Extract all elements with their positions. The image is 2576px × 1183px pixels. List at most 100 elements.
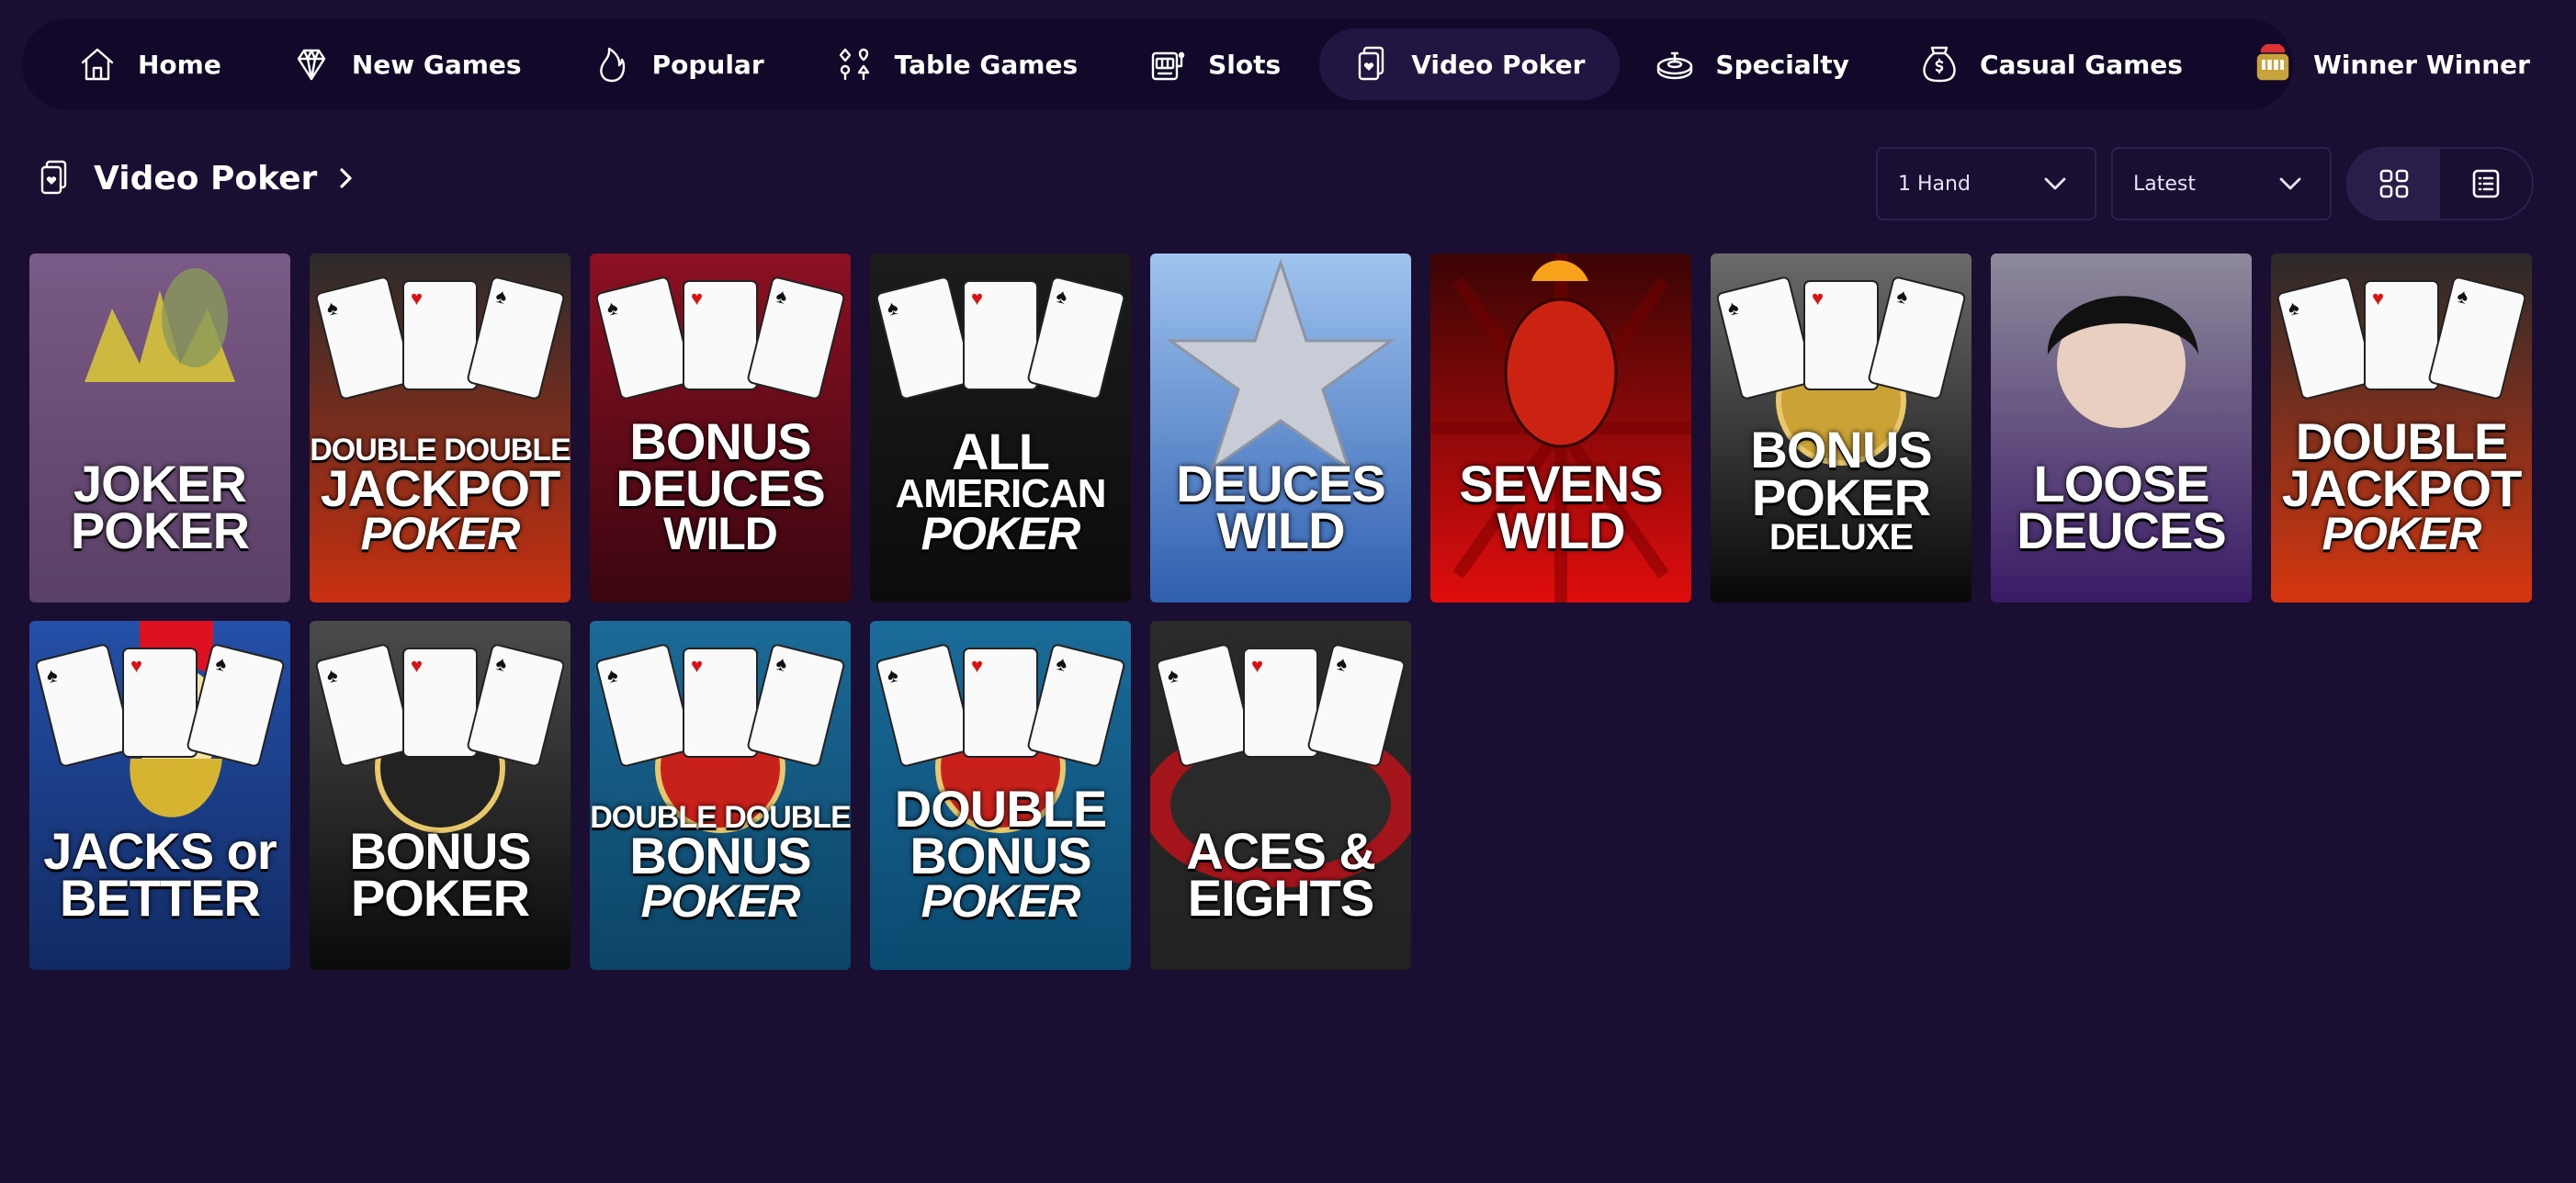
game-title: DOUBLE DOUBLE JACKPOT POKER xyxy=(310,434,571,559)
svg-text:♥: ♥ xyxy=(1251,654,1263,677)
chevron-right-icon[interactable] xyxy=(333,166,357,190)
game-tile[interactable]: ♠ ♥ ♠ DOUBLE BONUS POKER xyxy=(870,621,1131,970)
game-title-line-3: POKER xyxy=(2322,508,2482,559)
game-tile[interactable]: SEVENS WILD xyxy=(1430,254,1691,603)
svg-text:♥: ♥ xyxy=(691,654,703,677)
nav-item-label: Winner Winner xyxy=(2312,49,2530,80)
game-title-line-2: WILD xyxy=(1497,501,1625,560)
game-title: DOUBLE JACKPOT POKER xyxy=(2271,411,2532,559)
game-title-line-2: WILD xyxy=(1216,501,1345,560)
nav-item-casual-games[interactable]: Casual Games xyxy=(1888,28,2218,100)
game-title-line-3: WILD xyxy=(663,508,778,559)
game-title-line-2: POKER xyxy=(350,869,530,928)
game-title: JOKER POKER xyxy=(29,454,290,557)
game-title-line-2: BETTER xyxy=(60,869,261,928)
game-title-line-3: POKER xyxy=(360,508,521,559)
flame-icon xyxy=(592,44,632,84)
nav-item-label: Video Poker xyxy=(1411,49,1586,80)
nav-item-label: Table Games xyxy=(894,49,1079,80)
nav-item-label: Specialty xyxy=(1715,49,1849,80)
game-title-line-2: DEUCES xyxy=(2017,501,2226,560)
game-title-line-3: POKER xyxy=(640,875,801,927)
game-tile[interactable]: ♠ ♥ ♠ JACKS or BETTER xyxy=(29,621,290,970)
game-title-line-2: EIGHTS xyxy=(1187,869,1374,928)
home-icon xyxy=(77,44,118,84)
game-tile[interactable]: ♠ ♥ ♠ ACES & EIGHTS xyxy=(1150,621,1411,970)
game-tile[interactable]: ♠ ♥ ♠ DOUBLE DOUBLE BONUS POKER xyxy=(590,621,851,970)
game-title-line-2: JACKPOT xyxy=(2281,459,2523,518)
game-tile[interactable]: ♠ ♥ ♠ BONUS POKER DELUXE xyxy=(1711,254,1972,603)
game-title-line-2: AMERICAN xyxy=(895,470,1106,516)
game-tile[interactable]: DEUCES WILD xyxy=(1150,254,1411,603)
nav-item-home[interactable]: Home xyxy=(46,28,256,100)
poker-cards-icon xyxy=(33,158,73,198)
nav-item-label: New Games xyxy=(351,49,522,80)
svg-text:♥: ♥ xyxy=(691,287,703,310)
roulette-icon xyxy=(1655,44,1695,84)
page-title: Video Poker xyxy=(94,159,318,197)
game-title: ACES & EIGHTS xyxy=(1150,826,1411,928)
game-title: BONUS DEUCES WILD xyxy=(590,416,851,559)
sort-select[interactable]: Latest xyxy=(2111,147,2332,220)
game-title-line-1: JACKS or xyxy=(43,821,277,880)
game-title-line-2: POKER xyxy=(1751,468,1931,526)
svg-text:♥: ♥ xyxy=(130,654,142,677)
nav-item-specialty[interactable]: Specialty xyxy=(1623,28,1884,100)
game-tile[interactable]: ♠ ♥ ♠ BONUS POKER xyxy=(310,621,571,970)
svg-text:♥: ♥ xyxy=(2372,287,2384,310)
nav-item-popular[interactable]: Popular xyxy=(560,28,799,100)
list-view-button[interactable] xyxy=(2440,149,2532,219)
game-tile[interactable]: ♠ ♥ ♠ BONUS DEUCES WILD xyxy=(590,254,851,603)
game-title-line-2: BONUS xyxy=(629,827,811,885)
section-header[interactable]: Video Poker xyxy=(33,158,357,198)
grid-view-button[interactable] xyxy=(2348,149,2440,219)
game-tile[interactable]: LOOSE DEUCES xyxy=(1991,254,2252,603)
slot-machine-icon xyxy=(1147,44,1188,84)
game-tile[interactable]: ♠ ♥ ♠ ALL AMERICAN POKER xyxy=(870,254,1131,603)
money-bag-icon xyxy=(1919,44,1960,84)
game-title: DOUBLE BONUS POKER xyxy=(870,779,1131,927)
game-title-line-1: DOUBLE xyxy=(2295,411,2508,470)
game-title: DEUCES WILD xyxy=(1150,454,1411,560)
game-title: ALL AMERICAN POKER xyxy=(870,422,1131,559)
diamond-icon xyxy=(291,44,332,84)
game-title: LOOSE DEUCES xyxy=(1991,454,2252,560)
view-toggle xyxy=(2346,147,2534,220)
game-title: DOUBLE DOUBLE BONUS POKER xyxy=(590,802,851,927)
game-title: BONUS POKER xyxy=(310,821,571,928)
card-suits-icon xyxy=(834,44,875,84)
nav-item-table-games[interactable]: Table Games xyxy=(803,28,1113,100)
game-title: BONUS POKER DELUXE xyxy=(1711,424,1972,556)
game-title-line-1: DOUBLE xyxy=(894,779,1107,838)
poker-cards-icon xyxy=(1350,44,1391,84)
game-title-line-1: BONUS xyxy=(349,821,531,880)
svg-text:♥: ♥ xyxy=(971,287,983,310)
game-title-line-1: DEUCES xyxy=(1176,454,1385,513)
game-title-line-1: JOKER xyxy=(73,454,247,513)
svg-text:♥: ♥ xyxy=(1812,287,1824,310)
game-title-line-3: POKER xyxy=(921,875,1081,927)
game-tile[interactable]: ♠ ♥ ♠ DOUBLE JACKPOT POKER xyxy=(2271,254,2532,603)
game-title-line-1: LOOSE xyxy=(2033,454,2209,513)
nav-item-label: Home xyxy=(138,49,221,80)
nav-item-new-games[interactable]: New Games xyxy=(260,28,557,100)
nav-item-label: Casual Games xyxy=(1979,49,2183,80)
game-title-line-2: DEUCES xyxy=(616,459,825,518)
game-title-line-1: ALL xyxy=(952,422,1050,481)
winner-slot-icon xyxy=(2253,44,2293,84)
svg-text:♥: ♥ xyxy=(971,654,983,677)
nav-item-winner-winner[interactable]: Winner Winner xyxy=(2221,28,2565,100)
nav-item-video-poker[interactable]: Video Poker xyxy=(1319,28,1621,100)
game-title-line-2: JACKPOT xyxy=(320,459,561,518)
hands-select[interactable]: 1 Hand xyxy=(1876,147,2096,220)
hands-select-value: 1 Hand xyxy=(1898,172,1971,196)
sort-select-value: Latest xyxy=(2133,172,2196,196)
chevron-down-icon xyxy=(2279,177,2301,190)
game-tile[interactable]: ♠ ♥ ♠ DOUBLE DOUBLE JACKPOT POKER xyxy=(310,254,571,603)
game-title-line-3: POKER xyxy=(921,508,1081,559)
grid-icon xyxy=(2379,169,2409,198)
game-title-line-1: SEVENS xyxy=(1459,454,1663,513)
game-tile[interactable]: JOKER POKER xyxy=(29,254,290,603)
game-title: JACKS or BETTER xyxy=(29,821,290,928)
nav-item-slots[interactable]: Slots xyxy=(1116,28,1316,100)
